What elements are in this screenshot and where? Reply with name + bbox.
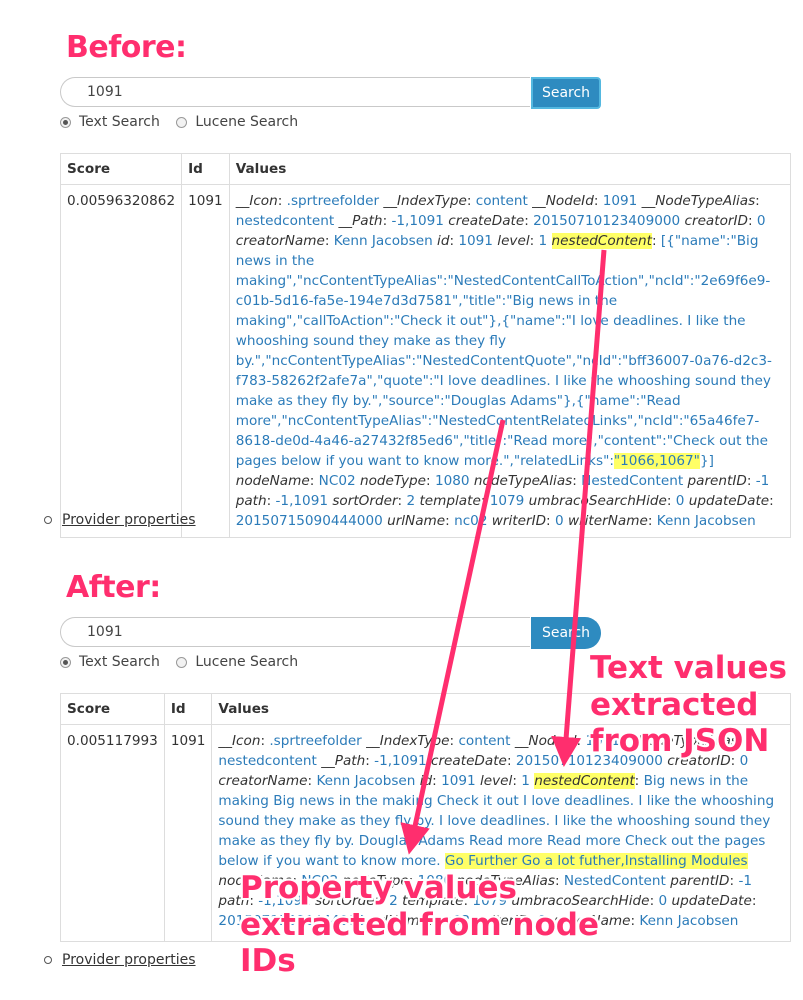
table-row: 0.00596320862 1091 __Icon: .sprtreefolde…	[59, 184, 792, 538]
annotation-text-values: Text values extracted from JSON	[590, 650, 787, 760]
col-values: Values	[228, 153, 792, 185]
radio-checked-icon	[60, 656, 71, 668]
bullet-icon	[44, 956, 52, 964]
bullet-icon	[44, 516, 52, 524]
radio-text-search-before[interactable]: Text Search	[60, 114, 160, 130]
col-id: Id	[181, 153, 230, 185]
after-heading: After:	[66, 570, 161, 605]
search-button-after[interactable]: Search	[531, 617, 601, 649]
search-bar-after: Search	[60, 617, 601, 649]
provider-properties-before: Provider properties	[44, 512, 196, 528]
radio-lucene-search-before[interactable]: Lucene Search	[176, 114, 298, 130]
id-cell: 1091	[163, 724, 213, 942]
col-id: Id	[163, 693, 213, 725]
results-table-before: Score Id Values 0.00596320862 1091 __Ico…	[59, 153, 792, 538]
provider-properties-after: Provider properties	[44, 952, 196, 968]
radio-lucene-search-after[interactable]: Lucene Search	[176, 654, 298, 670]
radio-unchecked-icon	[176, 656, 188, 668]
radio-unchecked-icon	[176, 116, 188, 128]
id-cell: 1091	[181, 184, 230, 538]
search-bar-before: Search	[60, 77, 601, 109]
provider-properties-link[interactable]: Provider properties	[62, 512, 196, 528]
provider-properties-link[interactable]: Provider properties	[62, 952, 196, 968]
score-cell: 0.005117993	[60, 724, 165, 942]
search-type-before: Text Search Lucene Search	[60, 114, 310, 134]
search-type-after: Text Search Lucene Search	[60, 654, 310, 674]
col-score: Score	[59, 153, 183, 185]
col-score: Score	[60, 693, 165, 725]
radio-checked-icon	[60, 116, 71, 128]
score-cell: 0.00596320862	[59, 184, 183, 538]
annotation-property-values: Property values extracted from node IDs	[240, 870, 599, 980]
search-button-before[interactable]: Search	[531, 77, 601, 109]
search-input-before[interactable]	[60, 77, 530, 107]
before-heading: Before:	[66, 30, 187, 65]
search-input-after[interactable]	[60, 617, 530, 647]
values-cell: __Icon: .sprtreefolder __IndexType: cont…	[228, 184, 792, 538]
radio-text-search-after[interactable]: Text Search	[60, 654, 160, 670]
